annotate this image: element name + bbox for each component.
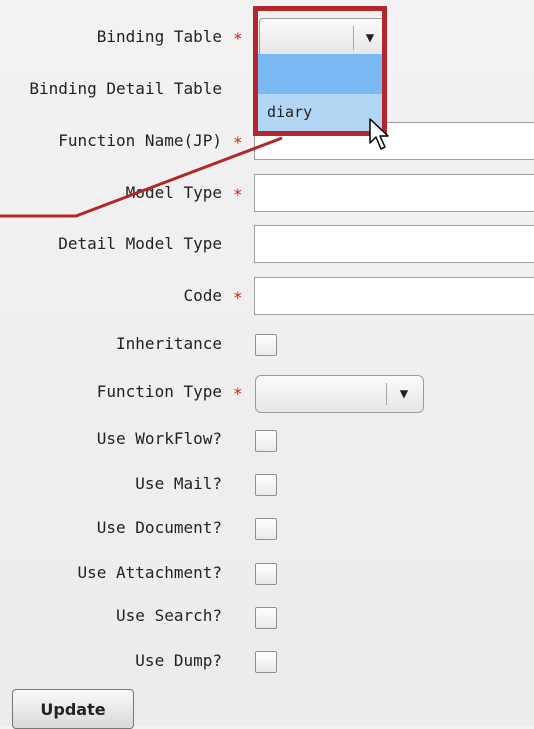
use-attachment-checkbox[interactable] (255, 563, 277, 585)
use-dump-checkbox[interactable] (255, 651, 277, 673)
use-mail-label: Use Mail? (135, 474, 222, 493)
model-type-input[interactable] (254, 174, 534, 212)
use-search-checkbox[interactable] (255, 607, 277, 629)
select-divider (386, 383, 387, 405)
dropdown-option-blank[interactable] (258, 54, 386, 94)
binding-table-label: Binding Table (96, 27, 222, 46)
use-workflow-label: Use WorkFlow? (96, 429, 222, 448)
code-required-marker: * (233, 288, 243, 307)
dropdown-option-diary[interactable]: diary (258, 94, 386, 132)
function-name-jp-required-marker: * (233, 133, 243, 152)
binding-table-required-marker: * (233, 29, 243, 48)
mouse-pointer-icon (369, 118, 389, 150)
use-dump-label: Use Dump? (135, 651, 222, 670)
inheritance-label: Inheritance (116, 334, 222, 353)
binding-table-select[interactable]: ▼ (259, 18, 387, 58)
function-name-jp-label: Function Name(JP) (58, 131, 222, 150)
binding-table-dropdown-list: diary (258, 54, 386, 134)
select-divider (353, 26, 354, 50)
use-search-label: Use Search? (116, 606, 222, 625)
model-type-label: Model Type (125, 183, 222, 202)
use-mail-checkbox[interactable] (255, 474, 277, 496)
use-document-checkbox[interactable] (255, 518, 277, 540)
use-attachment-label: Use Attachment? (77, 563, 223, 582)
binding-detail-table-label: Binding Detail Table (29, 79, 222, 98)
function-type-required-marker: * (233, 384, 243, 403)
code-label: Code (183, 286, 222, 305)
detail-model-type-label: Detail Model Type (58, 234, 222, 253)
detail-model-type-input[interactable] (254, 225, 534, 263)
inheritance-checkbox[interactable] (255, 334, 277, 356)
dropdown-arrow-icon: ▼ (365, 30, 375, 46)
use-document-label: Use Document? (96, 518, 222, 537)
model-type-required-marker: * (233, 185, 243, 204)
function-type-label: Function Type (96, 382, 222, 401)
use-workflow-checkbox[interactable] (255, 430, 277, 452)
function-type-select[interactable]: ▼ (255, 375, 424, 413)
dropdown-arrow-icon: ▼ (399, 386, 409, 402)
code-input[interactable] (254, 277, 534, 315)
update-button[interactable]: Update (12, 689, 134, 729)
